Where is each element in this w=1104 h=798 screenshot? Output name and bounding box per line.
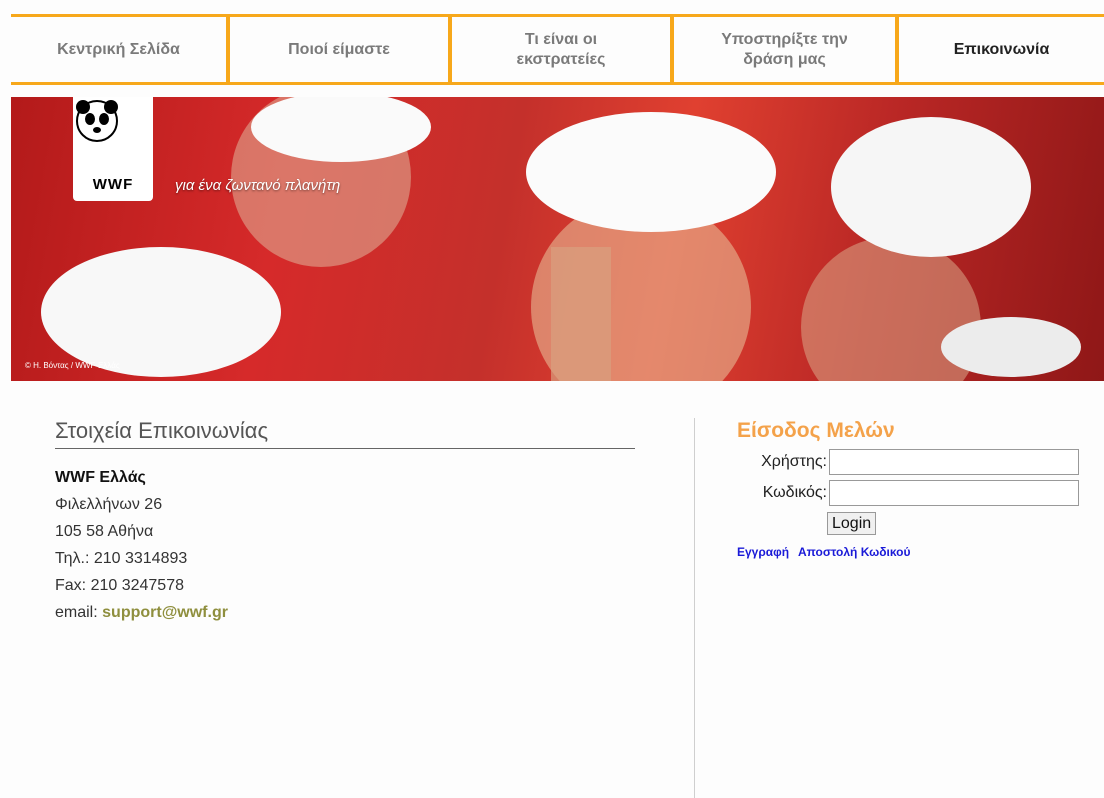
register-link[interactable]: Εγγραφή (737, 545, 789, 559)
username-label: Χρήστης: (761, 453, 827, 470)
email-link[interactable]: support@wwf.gr (102, 604, 228, 621)
panda-icon (76, 100, 118, 142)
contact-title: Στοιχεία Επικοινωνίας (55, 418, 635, 449)
hero-banner: WWF για ένα ζωντανό πλανήτη © Η. Βόντας … (11, 97, 1104, 381)
logo-text: WWF (92, 176, 134, 193)
wwf-logo[interactable]: WWF (73, 97, 153, 201)
login-title: Είσοδος Μελών (737, 419, 895, 442)
email-row: email: support@wwf.gr (55, 599, 228, 626)
password-row: Κωδικός: (735, 480, 1079, 506)
org-name: WWF Ελλάς (55, 469, 146, 486)
contact-details: WWF Ελλάς Φιλελλήνων 26 105 58 Αθήνα Τηλ… (55, 464, 228, 626)
tagline: για ένα ζωντανό πλανήτη (175, 177, 341, 194)
fax: Fax: 210 3247578 (55, 577, 184, 594)
username-input[interactable] (829, 449, 1079, 475)
nav-home[interactable]: Κεντρική Σελίδα (11, 17, 230, 82)
column-divider (694, 418, 695, 798)
send-password-link[interactable]: Αποστολή Κωδικού (798, 545, 911, 559)
address-line-1: Φιλελλήνων 26 (55, 496, 163, 513)
nav-contact[interactable]: Επικοινωνία (899, 17, 1104, 82)
banner-photo (41, 97, 1081, 381)
photo-credit: © Η. Βόντας / WWF-Ελλάς (25, 361, 120, 370)
top-nav: Κεντρική Σελίδα Ποιοί είμαστε Τι είναι ο… (11, 14, 1104, 85)
login-button[interactable]: Login (827, 512, 877, 535)
username-row: Χρήστης: (735, 449, 1079, 475)
password-input[interactable] (829, 480, 1079, 506)
phone: Τηλ.: 210 3314893 (55, 550, 188, 567)
nav-campaigns[interactable]: Τι είναι οι εκστρατείες (452, 17, 674, 82)
nav-support[interactable]: Υποστηρίξτε την δράση μας (674, 17, 899, 82)
login-links: Εγγραφή Αποστολή Κωδικού (737, 545, 916, 559)
password-label: Κωδικός: (762, 484, 827, 501)
email-label: email: (55, 604, 98, 621)
address-line-2: 105 58 Αθήνα (55, 523, 154, 540)
nav-about[interactable]: Ποιοί είμαστε (230, 17, 452, 82)
